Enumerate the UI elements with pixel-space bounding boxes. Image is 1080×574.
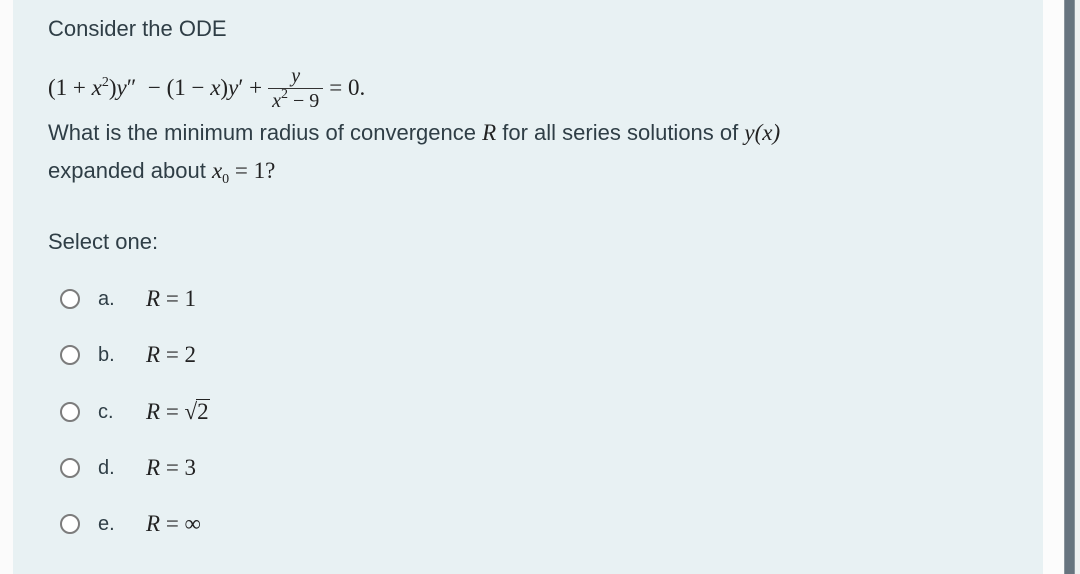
option-letter: a. [98,287,115,310]
eq-fraction: y x2 − 9 [268,64,324,112]
option-d[interactable]: d. R = 3 [60,453,196,483]
fraction-denominator: x2 − 9 [268,87,324,112]
option-letter: e. [98,512,115,535]
option-e[interactable]: e. R = ∞ [60,509,201,539]
radio-button-e[interactable] [60,514,80,534]
eq-rhs: = 0. [329,75,366,100]
radio-button-c[interactable] [60,402,80,422]
option-letter: d. [98,456,115,479]
ode-equation: (1 + x2)y″ − (1 − x)y′ + y x2 − 9 = 0. [48,60,365,116]
eq-term-1: (1 + x2)y″ [48,75,137,100]
fraction-numerator: y [291,64,301,87]
radio-button-a[interactable] [60,289,80,309]
option-letter: c. [98,400,114,423]
option-answer: R = √2 [146,399,210,424]
question-intro: Consider the ODE [48,16,227,41]
option-c[interactable]: c. R = √2 [60,397,210,427]
question-prompt-line-2: expanded about x0 = 1? [48,158,276,187]
option-answer: R = 2 [146,342,197,367]
scrollbar[interactable] [1064,0,1075,574]
radio-button-d[interactable] [60,458,80,478]
scroll-gutter [1043,0,1064,574]
option-answer: R = 3 [146,455,197,480]
radius-symbol: R [482,120,497,145]
solution-symbol: y(x) [744,120,781,145]
option-b[interactable]: b. R = 2 [60,340,196,370]
eq-term-2: − (1 − x)y′ + [142,75,263,100]
window-edge [1075,0,1080,574]
question-prompt-line-1: What is the minimum radius of convergenc… [48,120,781,145]
option-answer: R = ∞ [146,511,201,536]
option-a[interactable]: a. R = 1 [60,284,196,314]
select-one-label: Select one: [48,229,159,254]
option-answer: R = 1 [146,286,197,311]
radio-button-b[interactable] [60,345,80,365]
option-letter: b. [98,343,115,366]
